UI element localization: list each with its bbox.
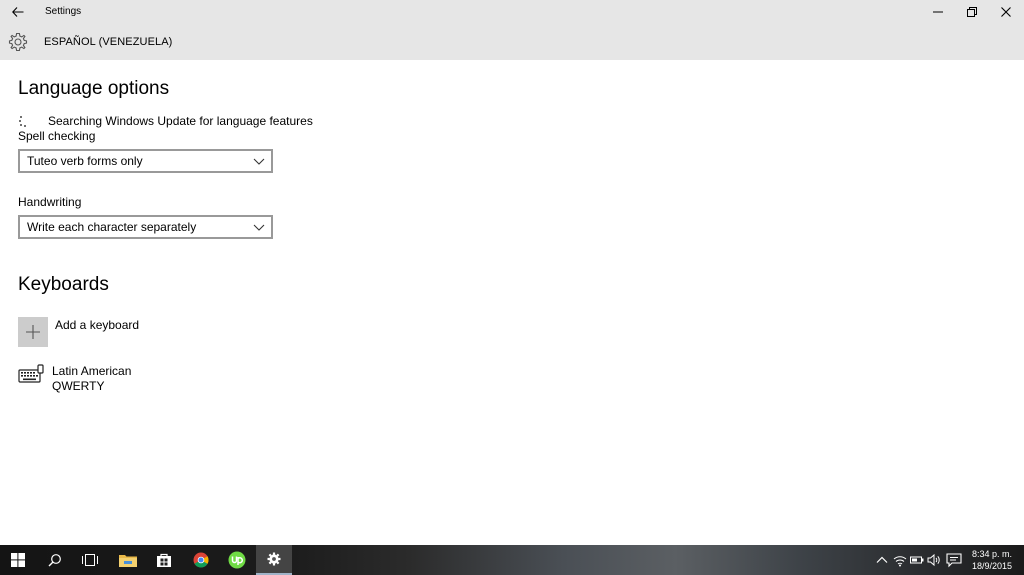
search-icon xyxy=(48,554,61,567)
handwriting-dropdown[interactable]: Write each character separately xyxy=(18,215,273,239)
keyboard-item[interactable]: Latin American QWERTY xyxy=(18,364,131,394)
wifi-icon[interactable] xyxy=(893,553,907,567)
spell-checking-dropdown[interactable]: Tuteo verb forms only xyxy=(18,149,273,173)
language-options-heading: Language options xyxy=(18,78,170,99)
volume-icon[interactable] xyxy=(927,553,941,567)
title-bar: Settings ESPAÑOL (VENEZUELA) xyxy=(0,0,1024,60)
upwork-icon xyxy=(228,551,246,569)
chevron-down-icon xyxy=(253,224,265,231)
app-title: Settings xyxy=(45,6,82,17)
notification-icon[interactable] xyxy=(946,552,962,568)
store-button[interactable] xyxy=(146,545,182,575)
back-button[interactable] xyxy=(0,0,36,24)
settings-icon xyxy=(267,552,281,566)
task-view-button[interactable] xyxy=(72,545,108,575)
keyboard-icon xyxy=(18,364,44,383)
close-button[interactable] xyxy=(989,0,1023,24)
minimize-button[interactable] xyxy=(921,0,955,24)
handwriting-value: Write each character separately xyxy=(27,220,197,234)
restore-icon xyxy=(967,7,977,17)
upwork-button[interactable] xyxy=(219,545,255,575)
close-icon xyxy=(1001,7,1011,17)
chrome-icon xyxy=(193,552,209,568)
settings-taskbar-button[interactable] xyxy=(256,545,292,575)
chevron-down-icon xyxy=(253,158,265,165)
add-keyboard-label: Add a keyboard xyxy=(55,318,140,332)
spell-checking-label: Spell checking xyxy=(18,129,96,143)
add-keyboard-tile[interactable] xyxy=(18,317,48,347)
task-view-icon xyxy=(82,554,98,566)
update-status-text: Searching Windows Update for language fe… xyxy=(48,114,313,128)
clock[interactable]: 8:34 p. m. 18/9/2015 xyxy=(966,548,1018,572)
keyboards-heading: Keyboards xyxy=(18,274,109,295)
keyboard-layout: QWERTY xyxy=(52,379,105,393)
search-button[interactable] xyxy=(37,545,73,575)
chevron-up-icon[interactable] xyxy=(875,553,889,567)
clock-time: 8:34 p. m. xyxy=(971,549,1013,559)
clock-date: 18/9/2015 xyxy=(971,561,1013,571)
plus-icon xyxy=(26,325,40,339)
minimize-icon xyxy=(933,11,943,13)
chrome-button[interactable] xyxy=(183,545,219,575)
spell-checking-value: Tuteo verb forms only xyxy=(27,154,143,168)
file-explorer-icon xyxy=(119,555,137,567)
taskbar: 8:34 p. m. 18/9/2015 xyxy=(0,545,1024,575)
loading-spinner-icon xyxy=(19,116,26,127)
file-explorer-button[interactable] xyxy=(110,545,146,575)
start-button[interactable] xyxy=(0,545,36,575)
add-keyboard-button[interactable]: Add a keyboard xyxy=(18,317,139,347)
start-icon xyxy=(11,553,25,567)
handwriting-label: Handwriting xyxy=(18,195,82,209)
gear-icon xyxy=(8,32,28,52)
update-status: Searching Windows Update for language fe… xyxy=(18,114,313,128)
store-icon xyxy=(157,553,171,567)
restore-button[interactable] xyxy=(955,0,989,24)
battery-icon[interactable] xyxy=(910,553,924,567)
page-header: ESPAÑOL (VENEZUELA) xyxy=(44,36,173,48)
back-arrow-icon xyxy=(12,7,24,17)
keyboard-item-text: Latin American QWERTY xyxy=(52,364,131,394)
keyboard-name: Latin American xyxy=(52,364,132,378)
